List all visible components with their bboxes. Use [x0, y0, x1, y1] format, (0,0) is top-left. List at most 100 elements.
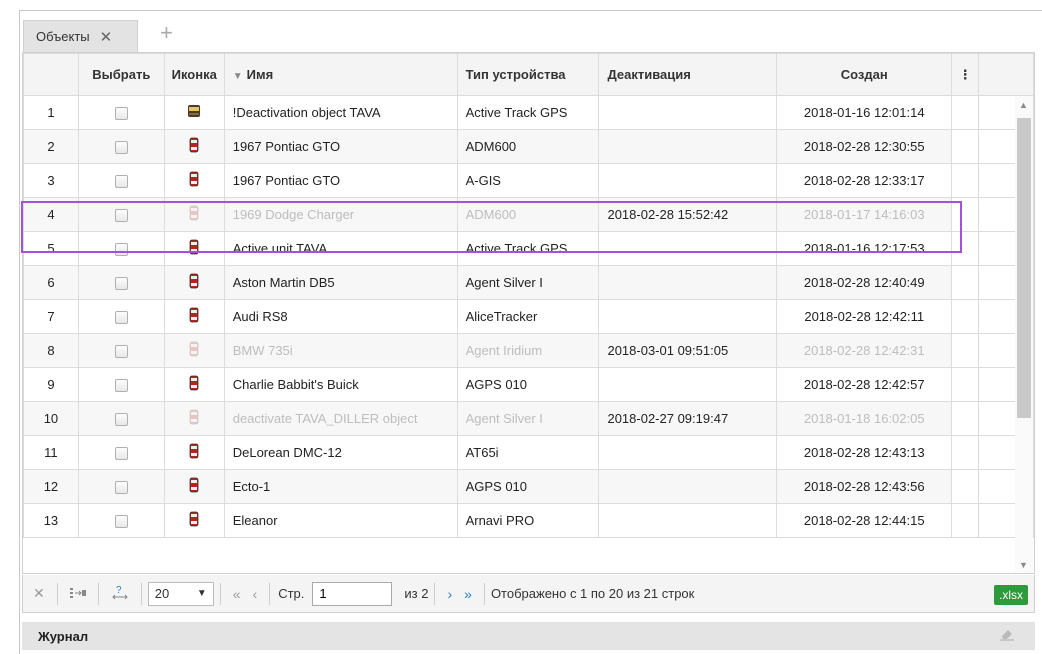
header-name[interactable]: ▼ Имя — [223, 53, 458, 96]
row-select-checkbox[interactable] — [114, 345, 128, 359]
scroll-thumb[interactable] — [1017, 118, 1031, 418]
tab-objects[interactable]: Объекты ✕ — [23, 20, 138, 52]
header-created[interactable]: Создан — [776, 53, 953, 96]
row-name[interactable]: 1967 Pontiac GTO — [223, 129, 458, 164]
row-created: 2018-01-16 12:01:14 — [776, 95, 953, 130]
row-spacer — [951, 367, 980, 402]
table-row[interactable]: 13 Eleanor Arnavi PRO 2018-02-28 12:44:15 — [23, 503, 1034, 538]
row-select-cell — [77, 231, 165, 266]
row-select-checkbox[interactable] — [114, 481, 128, 495]
row-select-cell — [77, 367, 165, 402]
first-page-icon[interactable]: « — [227, 586, 247, 602]
row-icon-cell — [163, 469, 225, 504]
row-number: 12 — [23, 469, 79, 504]
row-device-type: Arnavi PRO — [456, 503, 600, 538]
header-icon[interactable]: Иконка — [163, 53, 225, 96]
table-row[interactable]: 7 Audi RS8 AliceTracker 2018-02-28 12:42:11 — [23, 299, 1034, 334]
row-select-checkbox[interactable] — [114, 209, 128, 223]
header-select[interactable]: Выбрать — [77, 53, 165, 96]
row-name[interactable]: Active unit TAVA — [223, 231, 458, 266]
row-icon-cell — [163, 129, 225, 164]
prev-page-icon[interactable]: ‹ — [247, 586, 264, 602]
row-icon-cell — [163, 333, 225, 368]
row-select-checkbox[interactable] — [114, 277, 128, 291]
last-page-icon[interactable]: » — [458, 586, 478, 602]
table-row[interactable]: 5 Active unit TAVA Active Track GPS 2018-01… — [23, 231, 1034, 266]
row-created: 2018-02-28 12:33:17 — [776, 163, 953, 198]
row-spacer — [951, 503, 980, 538]
add-tab-icon[interactable]: + — [160, 22, 173, 44]
table-row[interactable]: 12 Ecto-1 AGPS 010 2018-02-28 12:43:56 — [23, 469, 1034, 504]
row-icon-cell — [163, 265, 225, 300]
scroll-up-icon[interactable]: ▲ — [1019, 100, 1028, 110]
row-created: 2018-02-28 12:42:31 — [776, 333, 953, 368]
row-name[interactable]: Ecto-1 — [223, 469, 458, 504]
row-number: 10 — [23, 401, 79, 436]
header-device-type[interactable]: Тип устройства — [456, 53, 600, 96]
row-name[interactable]: Charlie Babbit's Buick — [223, 367, 458, 402]
page-size-select[interactable]: 20 ▼ — [147, 581, 214, 606]
table-row[interactable]: 10 deactivate TAVA_DILLER object Agent Sil… — [23, 401, 1034, 436]
divider — [97, 582, 99, 605]
row-icon-cell — [163, 197, 225, 232]
car-icon — [189, 239, 199, 258]
vertical-scrollbar[interactable]: ▲ ▼ — [1015, 96, 1033, 573]
row-name[interactable]: !Deactivation object TAVA — [223, 95, 458, 130]
car-icon — [189, 341, 199, 360]
row-name[interactable]: Eleanor — [223, 503, 458, 538]
clear-filter-icon[interactable]: ✕ — [27, 585, 51, 602]
car-icon — [189, 409, 199, 428]
table-row[interactable]: 9 Charlie Babbit's Buick AGPS 010 2018-02-2… — [23, 367, 1034, 402]
car-icon — [189, 375, 199, 394]
scroll-down-icon[interactable]: ▼ — [1019, 560, 1028, 570]
header-deactivation[interactable]: Деактивация — [598, 53, 778, 96]
table-row[interactable]: 3 1967 Pontiac GTO A-GIS 2018-02-28 12:33:1… — [23, 163, 1034, 198]
row-device-type: Agent Silver I — [456, 401, 600, 436]
table-row[interactable]: 4 1969 Dodge Charger ADM600 2018-02-28 15:5… — [23, 197, 1034, 232]
row-created: 2018-02-28 12:42:57 — [776, 367, 953, 402]
table-row[interactable]: 1 !Deactivation object TAVA Active Track G… — [23, 95, 1034, 130]
car-icon — [189, 511, 199, 530]
journal-title: Журнал — [38, 628, 89, 644]
table-row[interactable]: 2 1967 Pontiac GTO ADM600 2018-02-28 12:30:… — [23, 129, 1034, 164]
row-name[interactable]: Aston Martin DB5 — [223, 265, 458, 300]
page-size-value: 20 — [154, 586, 170, 601]
row-name[interactable]: deactivate TAVA_DILLER object — [223, 401, 458, 436]
row-name[interactable]: 1967 Pontiac GTO — [223, 163, 458, 198]
row-select-cell — [77, 197, 165, 232]
table-row[interactable]: 11 DeLorean DMC-12 AT65i 2018-02-28 12:43:1… — [23, 435, 1034, 470]
row-number: 5 — [23, 231, 79, 266]
export-xlsx-button[interactable]: .xlsx — [994, 585, 1028, 605]
row-select-checkbox[interactable] — [114, 107, 128, 121]
row-icon-cell — [163, 367, 225, 402]
journal-panel-header[interactable]: Журнал — [22, 622, 1035, 650]
eraser-icon[interactable] — [999, 627, 1015, 644]
row-device-type: AT65i — [456, 435, 600, 470]
page-number-input[interactable] — [312, 581, 393, 606]
close-tab-icon[interactable]: ✕ — [100, 28, 113, 46]
table-row[interactable]: 8 BMW 735i Agent Iridium 2018-03-01 09:51:0… — [23, 333, 1034, 368]
car-icon — [189, 477, 199, 496]
row-select-cell — [77, 265, 165, 300]
row-select-checkbox[interactable] — [114, 515, 128, 529]
columns-icon[interactable] — [64, 586, 92, 602]
row-select-checkbox[interactable] — [114, 175, 128, 189]
chevron-down-icon: ▼ — [196, 588, 207, 599]
row-select-checkbox[interactable] — [114, 243, 128, 257]
row-name[interactable]: Audi RS8 — [223, 299, 458, 334]
row-select-checkbox[interactable] — [114, 413, 128, 427]
row-spacer — [951, 265, 980, 300]
row-select-checkbox[interactable] — [114, 311, 128, 325]
table-row[interactable]: 6 Aston Martin DB5 Agent Silver I 2018-02-2… — [23, 265, 1034, 300]
row-select-checkbox[interactable] — [114, 379, 128, 393]
row-select-checkbox[interactable] — [114, 447, 128, 461]
row-name[interactable]: DeLorean DMC-12 — [223, 435, 458, 470]
help-icon[interactable]: ? — [105, 584, 135, 603]
row-name[interactable]: BMW 735i — [223, 333, 458, 368]
column-menu-icon[interactable]: ⋮ — [951, 53, 980, 96]
row-select-checkbox[interactable] — [114, 141, 128, 155]
row-name[interactable]: 1969 Dodge Charger — [223, 197, 458, 232]
divider — [56, 582, 58, 605]
row-deactivation — [598, 367, 778, 402]
next-page-icon[interactable]: › — [441, 586, 458, 602]
